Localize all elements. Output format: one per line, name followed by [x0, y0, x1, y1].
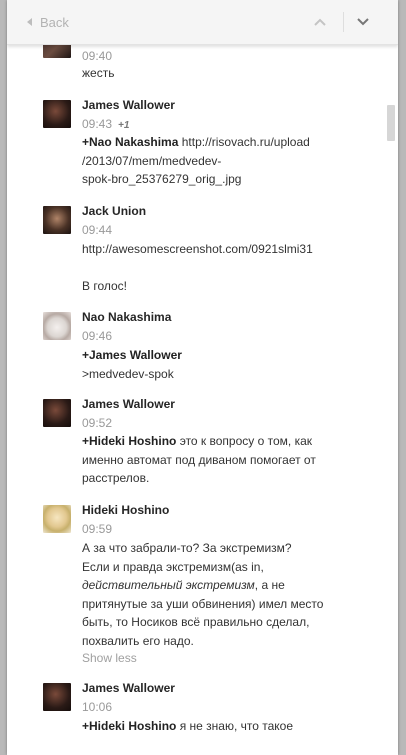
comment-time: 09:43 — [82, 117, 113, 131]
comment-text-line: Если и правда экстремизм(as in, — [82, 559, 264, 574]
mention-link[interactable]: +Nao Nakashima — [82, 135, 178, 149]
comment-text: +Hideki Hoshino это к вопросу о том, как… — [82, 432, 372, 488]
comment-text: +Hideki Hoshino я не знаю, что такое — [82, 717, 372, 736]
comment-time: 10:06 — [82, 700, 113, 714]
plus-one-count[interactable]: +1 — [118, 120, 129, 131]
avatar[interactable] — [43, 683, 71, 711]
mention-link[interactable]: +James Wallower — [82, 348, 182, 362]
avatar[interactable] — [43, 399, 71, 427]
back-arrow-icon — [27, 18, 32, 26]
comment-text: В голос! — [82, 279, 128, 293]
comment-author[interactable]: James Wallower — [82, 397, 175, 411]
comment-time: 09:44 — [82, 223, 113, 237]
show-less-link[interactable]: Show less — [82, 651, 137, 665]
avatar[interactable] — [43, 100, 71, 128]
comment-text-line: я не знаю, что такое — [179, 719, 294, 733]
comment-text-line: >medvedev-spok — [82, 366, 174, 381]
emphasized-text: действительный экстремизм — [82, 578, 255, 592]
avatar[interactable] — [43, 206, 71, 234]
comment-text-line: А за что забрали-то? За экстремизм? — [82, 541, 292, 555]
url-link[interactable]: http://risovach.ru/upload — [182, 135, 310, 149]
avatar[interactable] — [43, 505, 71, 533]
comment-time: 09:40 — [82, 49, 113, 63]
url-link[interactable]: http://awesomescreenshot.com/0921slmi31 — [82, 240, 372, 259]
comment-author[interactable]: James Wallower — [82, 98, 175, 112]
comment-text-line: похвалить его надо. — [82, 633, 194, 648]
mention-link[interactable]: +Hideki Hoshino — [82, 719, 176, 733]
comment-text: +James Wallower >medvedev-spok — [82, 346, 372, 383]
comment-author[interactable]: Nao Nakashima — [82, 310, 171, 324]
scrollbar-track[interactable] — [384, 44, 398, 755]
avatar[interactable] — [43, 312, 71, 340]
comment-text-line: притянутые за уши обвинения) имел место — [82, 596, 324, 611]
back-button[interactable]: Back — [27, 0, 69, 44]
comment-author[interactable]: Jack Union — [82, 204, 146, 218]
comment-text-line: быть, то Носиков всё правильно сделал, — [82, 615, 310, 629]
scrollbar-thumb[interactable] — [387, 105, 395, 141]
next-button[interactable] — [355, 15, 371, 29]
comment-text-line: расстрелов. — [82, 471, 150, 485]
chevron-up-icon — [314, 18, 326, 26]
comment-text-line: , а не — [254, 578, 285, 592]
nav-divider — [343, 12, 344, 32]
comment-time: 09:46 — [82, 329, 113, 343]
comment-author[interactable]: James Wallower — [82, 681, 175, 695]
comment-text: жесть — [82, 66, 115, 80]
comment-text-line: это к вопросу о том, как — [179, 434, 313, 448]
top-nav-bar: Back — [7, 0, 398, 45]
comment-time: 09:52 — [82, 416, 113, 430]
comments-panel: 09:40 жесть James Wallower 09:43 +1 +Nao … — [7, 0, 398, 755]
comment-text: +Nao Nakashima http://risovach.ru/upload… — [82, 133, 372, 189]
mention-link[interactable]: +Hideki Hoshino — [82, 434, 176, 448]
comment-author[interactable]: Hideki Hoshino — [82, 503, 169, 517]
chevron-down-icon — [357, 18, 369, 26]
back-label: Back — [40, 14, 69, 30]
comment-time-row: 09:43 +1 — [82, 117, 129, 131]
comment-text: А за что забрали-то? За экстремизм? Если… — [82, 539, 372, 650]
url-link-cont[interactable]: spok-bro_25376279_orig_.jpg — [82, 172, 241, 186]
url-link-cont[interactable]: /2013/07/mem/medvedev- — [82, 154, 221, 168]
comment-time: 09:59 — [82, 522, 113, 536]
previous-button[interactable] — [312, 15, 328, 29]
comment-text-line: именно автомат под диваном помогает от — [82, 452, 316, 467]
